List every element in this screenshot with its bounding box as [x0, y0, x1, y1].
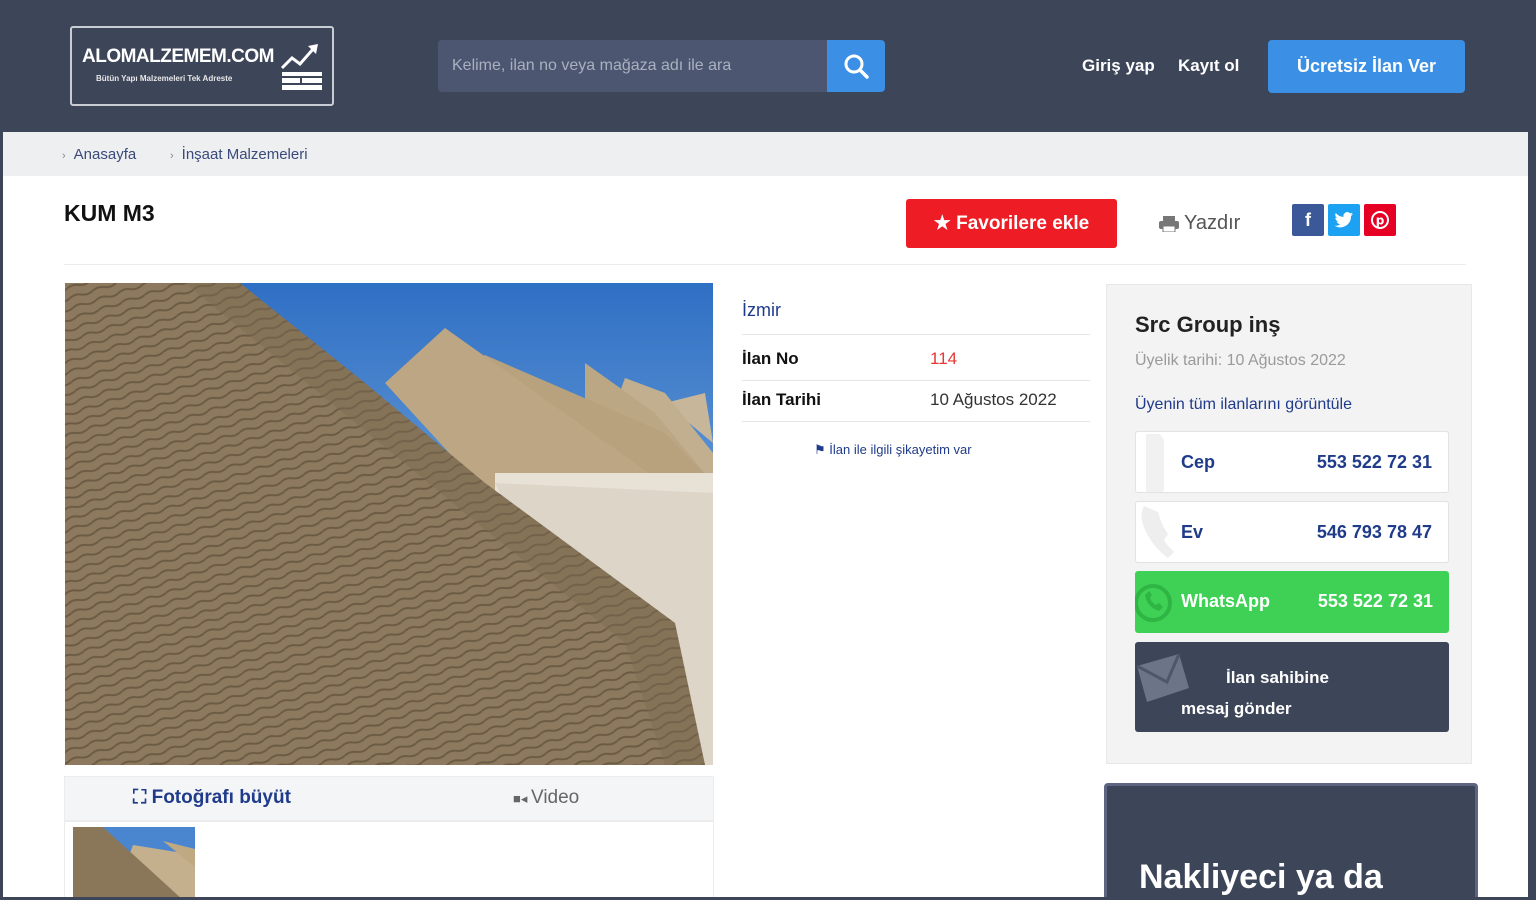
phone-label: Ev: [1181, 522, 1204, 542]
report-listing-link[interactable]: ⚑ İlan ile ilgili şikayetim var: [814, 442, 972, 458]
page-title: KUM M3: [64, 200, 155, 226]
whatsapp-label: WhatsApp: [1181, 591, 1270, 611]
logo-graphic-icon: [280, 44, 322, 90]
thumbnail-image: [73, 827, 195, 900]
member-since: Üyelik tarihi: 10 Ağustos 2022: [1135, 352, 1346, 369]
search-icon: [844, 54, 869, 79]
pinterest-icon: p: [1371, 211, 1389, 229]
breadcrumb-item[interactable]: › İnşaat Malzemeleri: [170, 146, 308, 163]
print-button[interactable]: Yazdır: [1158, 212, 1240, 235]
phone-icon: [1141, 506, 1174, 558]
facebook-share-button[interactable]: f: [1292, 204, 1324, 236]
view-all-ads-link[interactable]: Üyenin tüm ilanlarını görüntüle: [1135, 396, 1352, 414]
enlarge-photo-button[interactable]: ⛶ Fotoğrafı büyüt: [133, 787, 291, 809]
whatsapp-button[interactable]: WhatsApp 553 522 72 31: [1135, 571, 1449, 633]
ad-number-value: 114: [930, 349, 958, 368]
phone-label: Cep: [1181, 452, 1216, 472]
banner-text: Nakliyeci ya da: [1139, 858, 1383, 896]
breadcrumb-item[interactable]: › Anasayfa: [62, 146, 136, 163]
phone-number: 546 793 78 47: [1316, 522, 1432, 542]
breadcrumb: › Anasayfa › İnşaat Malzemeleri: [0, 132, 1536, 176]
search-bar: [438, 40, 886, 92]
sand-pile-image: [65, 283, 713, 765]
seller-name: Src Group inş: [1135, 312, 1281, 337]
advertisement-banner[interactable]: Nakliyeci ya da: [1104, 783, 1478, 900]
send-message-button[interactable]: İlan sahibine mesaj gönder: [1135, 642, 1449, 732]
expand-icon: ⛶: [133, 787, 152, 808]
enlarge-photo-label: Fotoğrafı büyüt: [151, 787, 291, 808]
breadcrumb-label: İnşaat Malzemeleri: [181, 146, 308, 163]
divider: [742, 421, 1090, 422]
site-header: ALOMALZEMEM.COM Bütün Yapı Malzemeleri T…: [0, 0, 1536, 132]
ad-date-label: İlan Tarihi: [742, 390, 822, 409]
add-favorite-button[interactable]: ★ Favorilere ekle: [906, 199, 1117, 248]
home-phone-button[interactable]: Ev 546 793 78 47: [1135, 501, 1449, 563]
photo-toolbar: ⛶ Fotoğrafı büyüt ■◂ Video: [64, 776, 714, 821]
listing-photo[interactable]: [65, 283, 713, 765]
ad-date-value: 10 Ağustos 2022: [930, 390, 1057, 409]
printer-icon: [1159, 215, 1179, 232]
report-listing-label: İlan ile ilgili şikayetim var: [829, 442, 972, 457]
photo-thumbnail[interactable]: [73, 827, 195, 900]
breadcrumb-label: Anasayfa: [73, 146, 137, 163]
video-label: Video: [531, 787, 580, 808]
login-link[interactable]: Giriş yap: [1082, 56, 1155, 76]
divider: [64, 264, 1466, 265]
twitter-icon: [1334, 212, 1353, 228]
register-link[interactable]: Kayıt ol: [1178, 56, 1239, 76]
listing-city[interactable]: İzmir: [742, 300, 781, 321]
chevron-right-icon: ›: [170, 150, 174, 162]
phone-number: 553 522 72 31: [1316, 452, 1432, 472]
whatsapp-number: 553 522 72 31: [1317, 591, 1433, 611]
flag-icon: ⚑: [814, 442, 830, 457]
mobile-phone-button[interactable]: Cep 553 522 72 31: [1135, 431, 1449, 493]
print-label: Yazdır: [1184, 212, 1241, 234]
divider: [742, 334, 1090, 335]
divider: [742, 380, 1090, 381]
logo-title: ALOMALZEMEM.COM: [82, 46, 274, 67]
svg-text:p: p: [1376, 214, 1385, 228]
twitter-share-button[interactable]: [1328, 204, 1360, 236]
site-logo[interactable]: ALOMALZEMEM.COM Bütün Yapı Malzemeleri T…: [70, 26, 334, 106]
facebook-icon: f: [1305, 209, 1311, 230]
video-icon: ■◂: [513, 791, 531, 806]
logo-subtitle: Bütün Yapı Malzemeleri Tek Adreste: [96, 74, 233, 83]
search-input[interactable]: [438, 40, 828, 92]
send-message-label: İlan sahibine mesaj gönder: [1181, 668, 1329, 718]
search-button[interactable]: [827, 40, 885, 92]
whatsapp-icon: [1135, 584, 1172, 622]
phone-icon: [1146, 434, 1164, 492]
post-ad-button[interactable]: Ücretsiz İlan Ver: [1268, 40, 1465, 93]
pinterest-share-button[interactable]: p: [1364, 204, 1396, 236]
chevron-right-icon: ›: [62, 150, 66, 162]
video-tab[interactable]: ■◂ Video: [513, 787, 579, 809]
ad-number-label: İlan No: [742, 349, 799, 368]
